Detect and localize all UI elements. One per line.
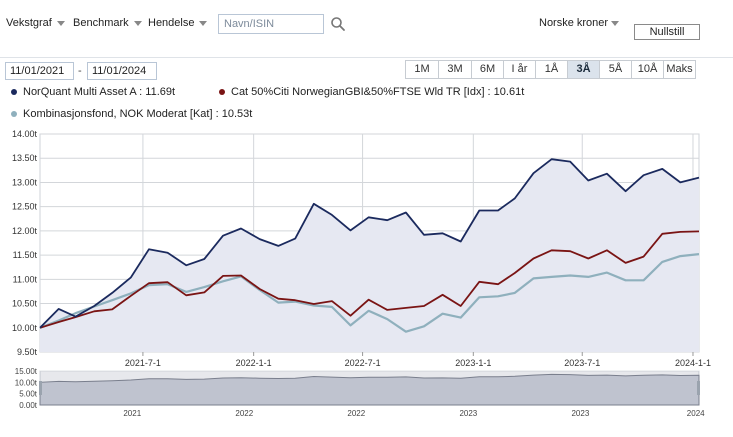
navigator-y-tick-label: 10.00t — [15, 378, 38, 387]
navigator-handle-left — [39, 381, 42, 395]
y-tick-label: 13.00t — [12, 177, 38, 187]
y-tick-label: 13.50t — [12, 153, 38, 163]
navigator-x-tick-label: 2024 — [687, 409, 705, 418]
navigator-x-tick-label: 2023 — [459, 409, 477, 418]
navigator-x-tick-label: 2023 — [571, 409, 589, 418]
navigator-x-tick-label: 2022 — [347, 409, 365, 418]
y-tick-label: 14.00t — [12, 129, 38, 139]
x-tick-label: 2023-7-1 — [564, 358, 600, 368]
y-tick-label: 9.50t — [17, 347, 38, 357]
y-tick-label: 10.50t — [12, 299, 38, 309]
y-tick-label: 12.50t — [12, 202, 38, 212]
growth-chart: 9.50t 10.00t 10.50t 11.00t 11.50t 12.00t 12.50… — [12, 129, 711, 418]
y-tick-label: 10.00t — [12, 323, 38, 333]
navigator-x-tick-label: 2022 — [235, 409, 253, 418]
x-tick-label: 2021-7-1 — [125, 358, 161, 368]
navigator-y-tick-label: 5.00t — [19, 390, 38, 399]
y-tick-label: 11.00t — [13, 274, 38, 284]
navigator-x-tick-label: 2021 — [123, 409, 141, 418]
navigator-selection — [40, 371, 699, 405]
navigator-y-tick-label: 0.00t — [19, 401, 38, 410]
x-tick-label: 2023-1-1 — [455, 358, 491, 368]
y-tick-label: 12.00t — [12, 226, 38, 236]
x-tick-label: 2022-7-1 — [345, 358, 381, 368]
x-tick-label: 2024-1-1 — [675, 358, 711, 368]
x-tick-label: 2022-1-1 — [236, 358, 272, 368]
y-tick-label: 11.50t — [13, 250, 38, 260]
navigator-y-tick-label: 15.00t — [15, 367, 38, 376]
navigator-handle-right — [697, 381, 700, 395]
